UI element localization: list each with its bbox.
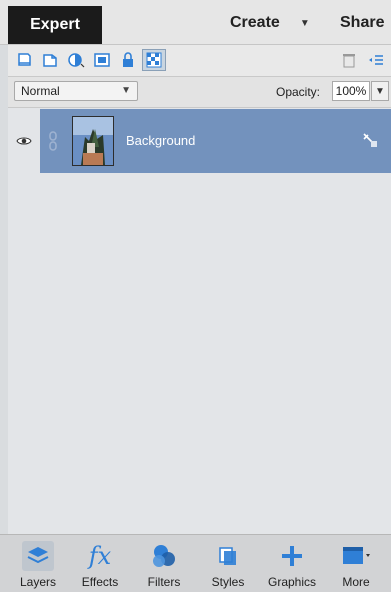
filters-icon xyxy=(148,541,180,571)
new-layer-icon[interactable] xyxy=(14,51,34,69)
link-icon xyxy=(49,131,57,151)
layer-lock-icon xyxy=(363,133,377,147)
share-label: Share xyxy=(340,14,385,31)
layers-icon xyxy=(22,541,54,571)
opacity-dropdown-button[interactable]: ▼ xyxy=(371,81,389,101)
layer-name: Background xyxy=(126,133,196,148)
blend-mode-value: Normal xyxy=(21,84,60,98)
styles-panel-button[interactable]: Styles xyxy=(198,535,258,592)
layers-toolbar xyxy=(8,45,391,77)
panel-bin-bar: Layers fx Effects Filters Styles Graphic… xyxy=(0,534,391,592)
layers-panel: Background xyxy=(8,108,391,534)
styles-icon xyxy=(212,541,244,571)
chevron-down-icon: ▼ xyxy=(121,85,131,96)
blend-options-row: Normal ▼ Opacity: 100% ▼ xyxy=(8,77,391,108)
lock-transparent-icon[interactable] xyxy=(142,49,166,71)
opacity-field[interactable]: 100% xyxy=(332,81,370,101)
eye-icon xyxy=(16,137,32,145)
styles-label: Styles xyxy=(211,575,245,589)
new-group-icon[interactable] xyxy=(40,51,60,69)
graphics-panel-button[interactable]: Graphics xyxy=(262,535,322,592)
visibility-toggle[interactable] xyxy=(8,109,40,173)
effects-panel-button[interactable]: fx Effects xyxy=(70,535,130,592)
share-menu[interactable]: Share xyxy=(340,8,384,38)
more-label: More xyxy=(342,575,370,589)
plus-icon xyxy=(276,541,308,571)
add-mask-icon[interactable] xyxy=(92,51,112,69)
layers-panel-button[interactable]: Layers xyxy=(8,535,68,592)
lock-all-icon[interactable] xyxy=(118,51,138,69)
more-panel-button[interactable]: More xyxy=(326,535,386,592)
layers-label: Layers xyxy=(19,575,57,589)
adjustment-layer-icon[interactable] xyxy=(66,51,86,69)
layer-thumbnail xyxy=(72,116,114,166)
fx-icon: fx xyxy=(88,542,112,570)
top-bar: Expert Create ▼ Share xyxy=(0,0,391,45)
layer-row[interactable]: Background xyxy=(8,109,391,173)
trash-icon[interactable] xyxy=(339,51,359,69)
create-label: Create xyxy=(230,14,280,31)
chevron-down-icon: ▼ xyxy=(299,17,310,29)
opacity-label: Opacity: xyxy=(276,85,321,99)
effects-label: Effects xyxy=(81,575,119,589)
panel-menu-icon[interactable] xyxy=(366,51,386,69)
graphics-label: Graphics xyxy=(267,575,317,589)
create-menu[interactable]: Create ▼ xyxy=(230,8,310,38)
expert-tab[interactable]: Expert xyxy=(8,6,102,44)
layer-selected-background[interactable]: Background xyxy=(40,109,391,173)
more-panel-icon xyxy=(340,541,372,571)
blend-mode-select[interactable]: Normal ▼ xyxy=(14,81,138,101)
filters-panel-button[interactable]: Filters xyxy=(134,535,194,592)
filters-label: Filters xyxy=(147,575,181,589)
